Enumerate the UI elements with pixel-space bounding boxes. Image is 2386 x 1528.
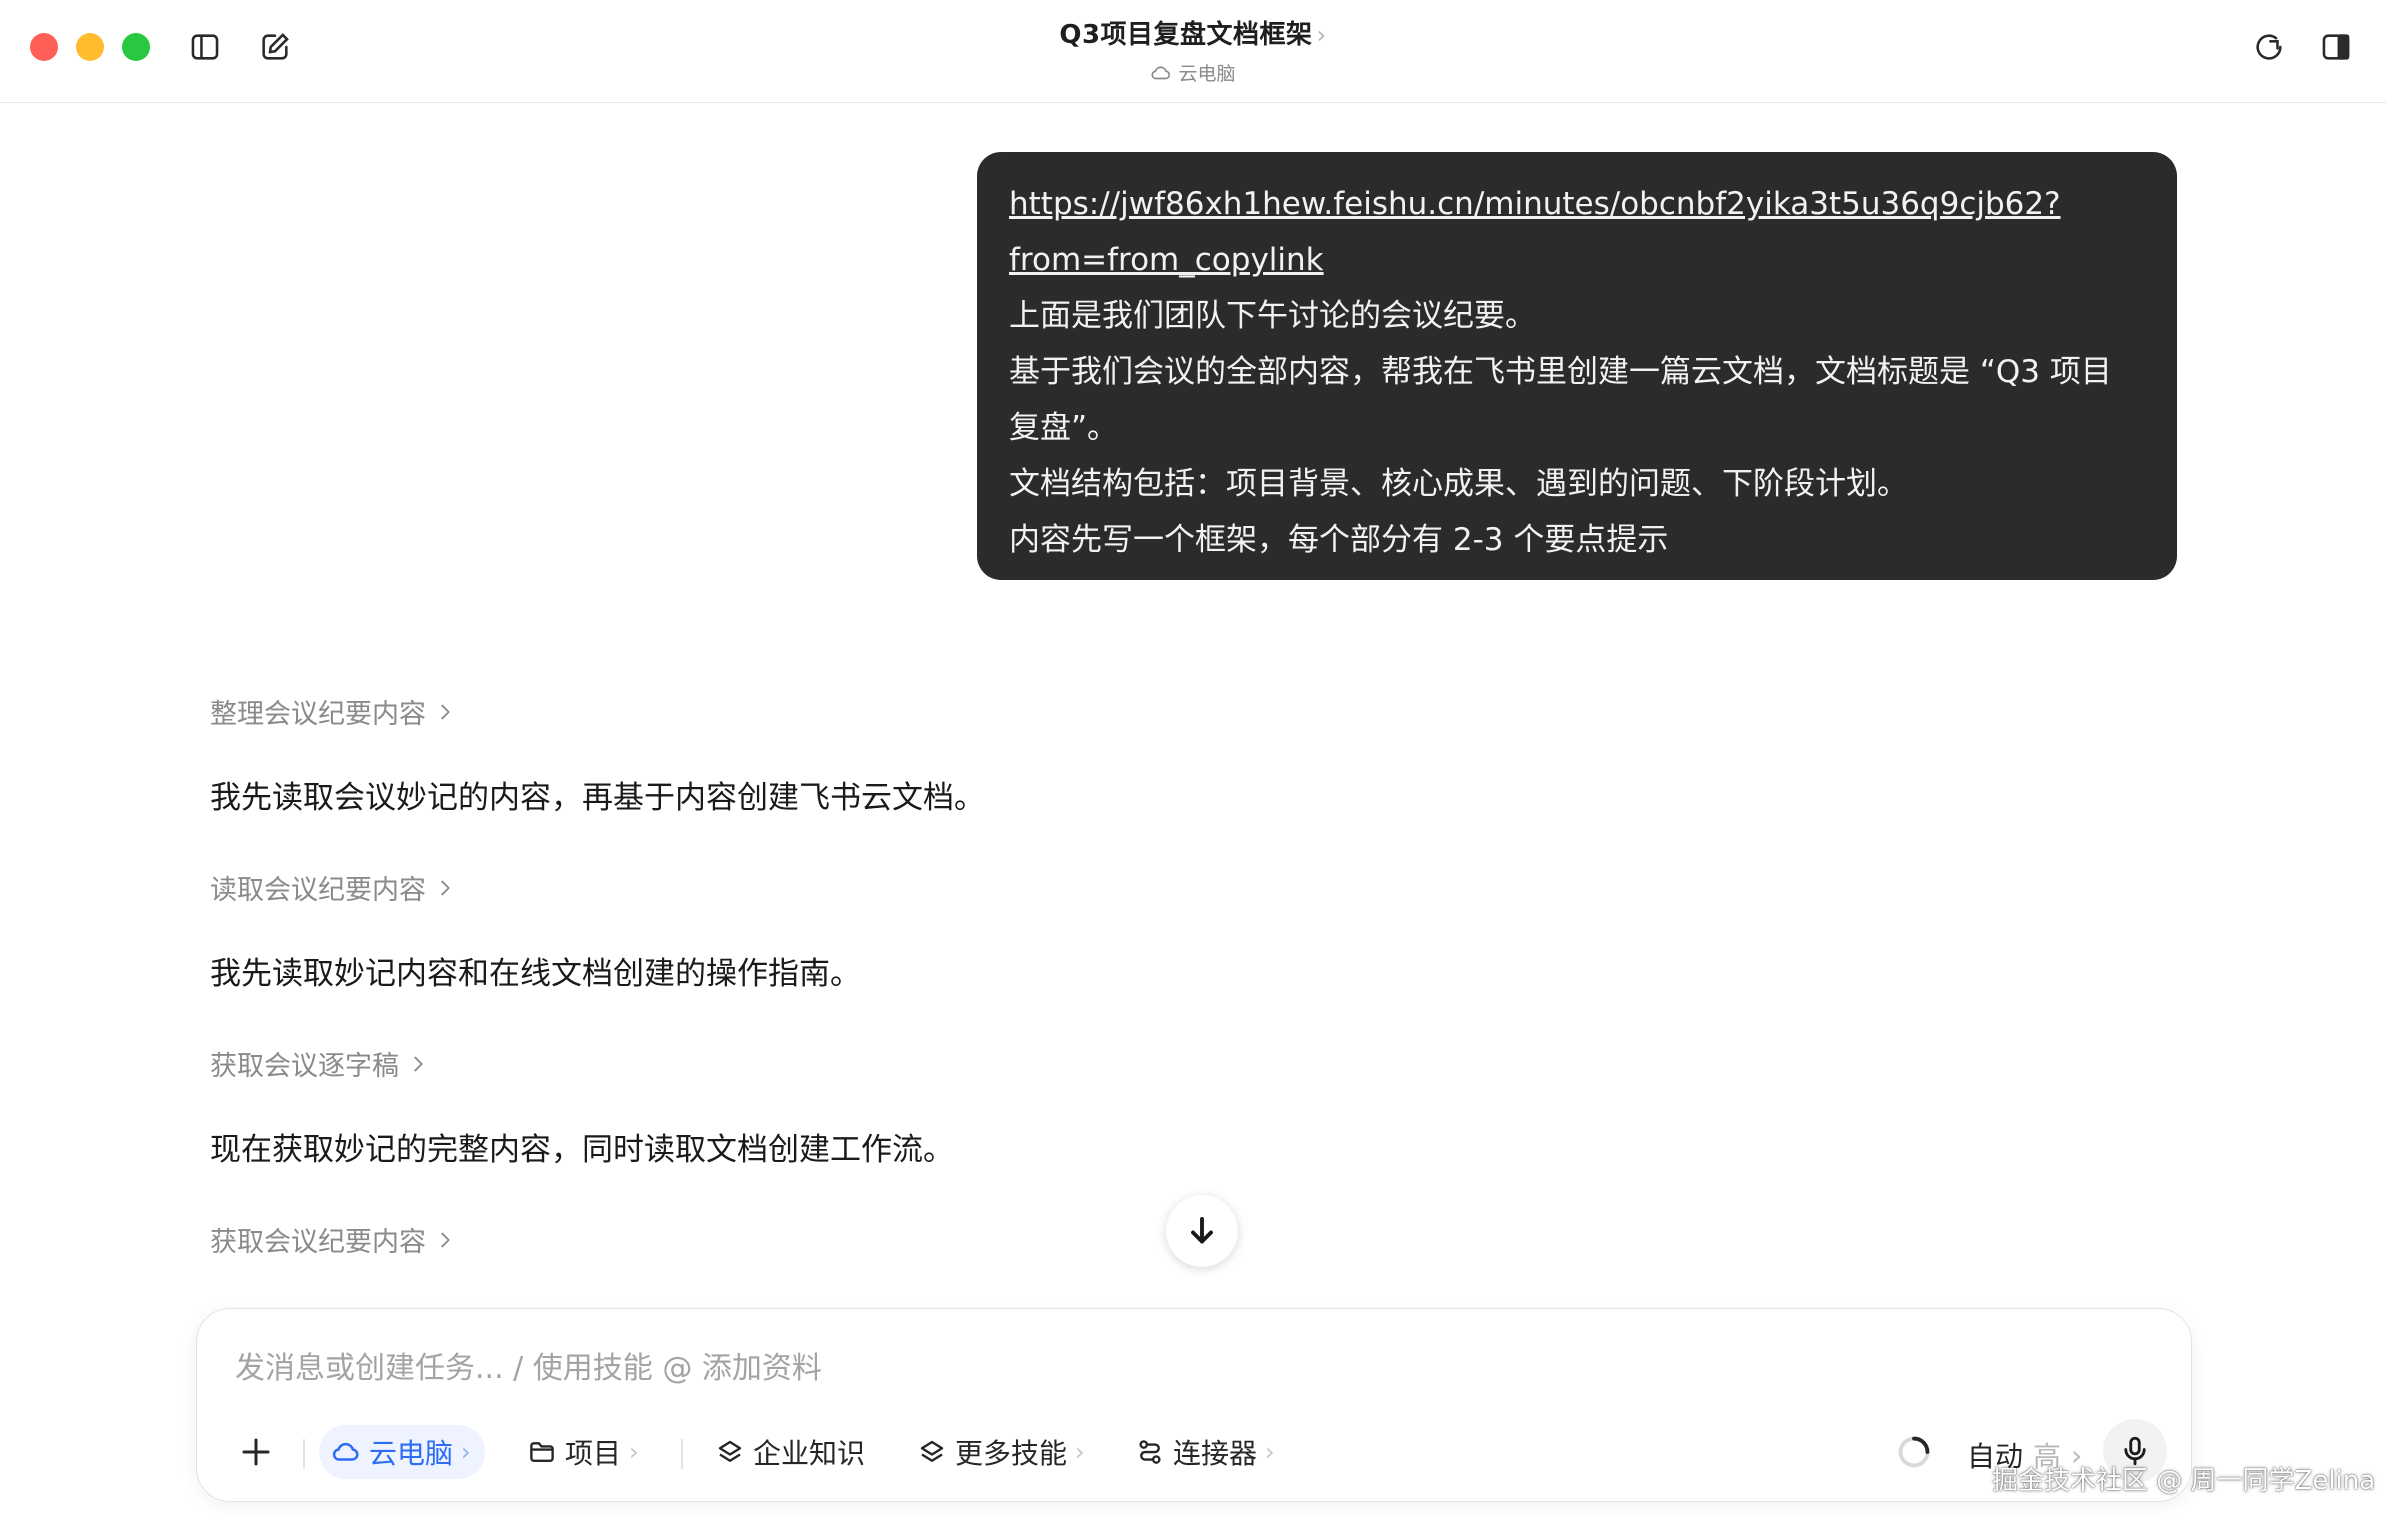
conversation-title[interactable]: Q3项目复盘文档框架 › bbox=[0, 14, 2386, 51]
step-label: 读取会议纪要内容 bbox=[210, 875, 426, 906]
environment-label: 云电脑 bbox=[0, 59, 2386, 86]
step-label: 获取会议逐字稿 bbox=[210, 1051, 399, 1082]
add-attachment-button[interactable] bbox=[231, 1427, 281, 1477]
window-title-block[interactable]: Q3项目复盘文档框架 › 云电脑 bbox=[0, 14, 2386, 86]
chevron-right-icon bbox=[441, 704, 450, 719]
user-message-bubble: https://jwf86xh1hew.feishu.cn/minutes/ob… bbox=[977, 152, 2177, 580]
plus-icon bbox=[242, 1438, 270, 1466]
user-message-line: 内容先写一个框架，每个部分有 2-3 个要点提示 bbox=[1009, 522, 1669, 558]
project-label: 项目 bbox=[565, 1437, 622, 1470]
title-bar: Q3项目复盘文档框架 › 云电脑 bbox=[0, 0, 2386, 103]
chevron-right-icon bbox=[441, 1232, 450, 1247]
message-input[interactable]: 发消息或创建任务... / 使用技能 @ 添加资料 bbox=[235, 1343, 822, 1387]
step-get-transcript[interactable]: 获取会议逐字稿 bbox=[210, 1044, 429, 1083]
user-message-line: 上面是我们团队下午讨论的会议纪要。 bbox=[1009, 298, 1536, 334]
step-label: 获取会议纪要内容 bbox=[210, 1227, 426, 1258]
assistant-message: 我先读取会议妙记的内容，再基于内容创建飞书云文档。 bbox=[210, 780, 985, 816]
chevron-right-icon: › bbox=[629, 1438, 639, 1466]
watermark: 掘金技术社区 @ 周一同学Zelina bbox=[1992, 1466, 2376, 1496]
step-get-minutes[interactable]: 获取会议纪要内容 bbox=[210, 1220, 456, 1259]
user-message-line: 基于我们会议的全部内容，帮我在飞书里创建一篇云文档，文档标题是 “Q3 项目 bbox=[1009, 354, 2112, 390]
scroll-to-bottom-button[interactable] bbox=[1166, 1195, 1238, 1267]
cloud-pc-button[interactable]: 云电脑 › bbox=[319, 1425, 485, 1479]
meeting-minutes-link[interactable]: https://jwf86xh1hew.feishu.cn/minutes/ob… bbox=[1009, 176, 2145, 232]
layers-icon bbox=[718, 1440, 742, 1462]
history-icon[interactable] bbox=[2250, 28, 2288, 66]
message-composer: 发消息或创建任务... / 使用技能 @ 添加资料 云电脑 › 项目 › 企业知… bbox=[196, 1308, 2192, 1502]
chevron-right-icon: › bbox=[1265, 1438, 1275, 1466]
connector-icon bbox=[1139, 1440, 1161, 1464]
panel-right-icon[interactable] bbox=[2317, 28, 2355, 66]
step-read-minutes[interactable]: 读取会议纪要内容 bbox=[210, 868, 456, 907]
user-message-line: 文档结构包括：项目背景、核心成果、遇到的问题、下阶段计划。 bbox=[1009, 466, 1908, 502]
chevron-right-icon bbox=[441, 880, 450, 895]
project-button[interactable]: 项目 › bbox=[527, 1425, 639, 1479]
arrow-down-icon bbox=[1191, 1217, 1213, 1244]
chevron-right-icon: › bbox=[1075, 1438, 1085, 1466]
enterprise-knowledge-label: 企业知识 bbox=[753, 1437, 866, 1470]
step-label: 整理会议纪要内容 bbox=[210, 699, 426, 730]
step-organize-minutes[interactable]: 整理会议纪要内容 bbox=[210, 692, 456, 731]
toolbar-divider bbox=[303, 1439, 305, 1469]
folder-icon bbox=[530, 1442, 554, 1462]
assistant-message: 现在获取妙记的完整内容，同时读取文档创建工作流。 bbox=[210, 1132, 954, 1168]
more-skills-button[interactable]: 更多技能 › bbox=[917, 1425, 1085, 1479]
connectors-button[interactable]: 连接器 › bbox=[1135, 1425, 1275, 1479]
connectors-label: 连接器 bbox=[1173, 1437, 1258, 1470]
assistant-message: 我先读取妙记内容和在线文档创建的操作指南。 bbox=[210, 956, 861, 992]
user-message-line: 复盘”。 bbox=[1009, 410, 1119, 446]
enterprise-knowledge-button[interactable]: 企业知识 bbox=[715, 1425, 865, 1479]
toolbar-divider bbox=[681, 1439, 683, 1469]
cloud-icon bbox=[332, 1442, 359, 1461]
chevron-right-icon bbox=[414, 1056, 423, 1071]
cloud-icon bbox=[1151, 65, 1171, 79]
spinner-icon bbox=[1898, 1436, 1930, 1468]
more-skills-label: 更多技能 bbox=[955, 1437, 1068, 1470]
meeting-minutes-link-continued[interactable]: from=from_copylink bbox=[1009, 232, 2145, 288]
layers-icon bbox=[920, 1440, 944, 1462]
chevron-right-icon: › bbox=[461, 1438, 471, 1466]
composer-toolbar: 云电脑 › 项目 › 企业知识 更多技能 › 连接器 › 自动 高 › bbox=[197, 1419, 2191, 1483]
cloud-pc-label: 云电脑 bbox=[369, 1437, 454, 1470]
